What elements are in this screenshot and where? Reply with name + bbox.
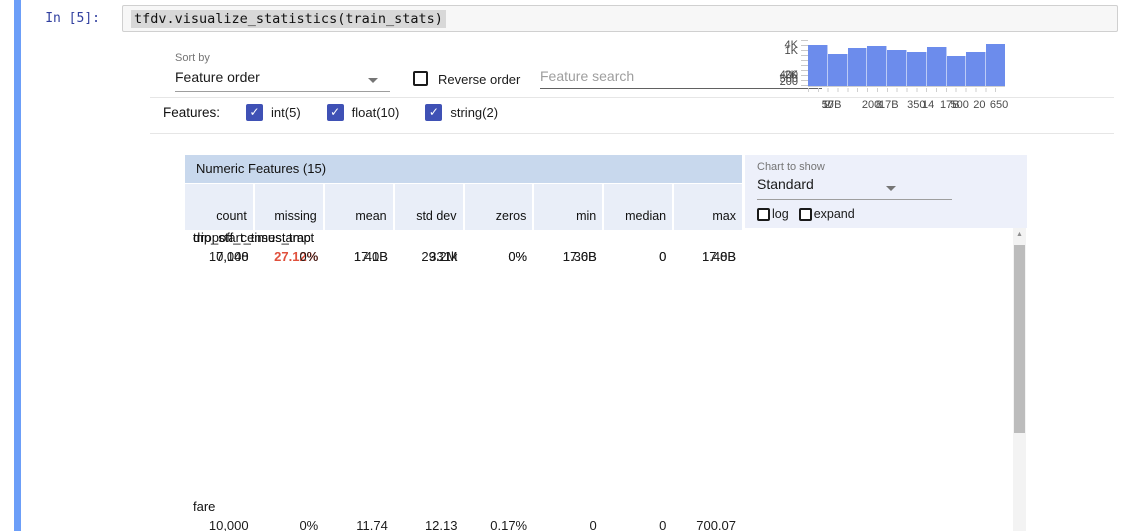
feature-type-filter: ✓ float(10)	[327, 104, 400, 121]
stat-value: 0	[603, 518, 673, 531]
column-header: missing	[255, 184, 323, 230]
column-header: zeros	[465, 184, 533, 230]
stat-values: 10,0000%11.7412.130.17%00700.07	[185, 518, 742, 531]
stat-value: 0%	[255, 518, 325, 531]
column-header: min	[534, 184, 602, 230]
chevron-down-icon	[368, 78, 378, 83]
histogram-plot	[808, 40, 1005, 87]
histogram-bar	[966, 80, 986, 86]
column-header: median	[604, 184, 672, 230]
y-axis-labels: 1K 200	[760, 40, 798, 87]
stat-value: 700.07	[672, 518, 742, 531]
stat-value: 0%	[255, 249, 325, 264]
feature-row: trip_start_timestamp10,0000%1.41B29.2M0%…	[185, 230, 742, 264]
x-axis-ticks	[808, 88, 1005, 92]
histogram-bar	[887, 50, 907, 86]
feature-name: trip_start_timestamp	[193, 230, 742, 245]
chart-options: log expand	[757, 207, 1027, 221]
y-tick-label: 1K	[785, 45, 798, 57]
stat-value: 0	[533, 518, 603, 531]
chart-option: log	[757, 207, 789, 221]
stat-value: 1.36B	[533, 249, 603, 264]
scroll-up-arrow[interactable]: ▲	[1013, 228, 1026, 241]
code-cell[interactable]: tfdv.visualize_statistics(train_stats)	[122, 5, 1118, 32]
feature-type-checkbox[interactable]: ✓	[327, 104, 344, 121]
histogram-bar	[867, 46, 887, 86]
column-header: mean	[325, 184, 393, 230]
reverse-order-checkbox[interactable]	[413, 71, 428, 86]
stat-value: 10,000	[185, 249, 255, 264]
active-cell-indicator	[14, 0, 21, 531]
sort-by-select[interactable]: Feature order	[175, 69, 390, 92]
chart-option-label: log	[772, 207, 789, 221]
column-header: std dev	[395, 184, 463, 230]
feature-type-label: float(10)	[352, 105, 400, 120]
histogram-bar	[848, 48, 868, 86]
stat-value: 0	[603, 249, 673, 264]
histogram-trip-start-timestamp: 1K 200	[760, 40, 1020, 116]
scrollbar[interactable]: ▲	[1013, 228, 1026, 531]
feature-type-filter: ✓ int(5)	[246, 104, 301, 121]
feature-row: fare10,0000%11.7412.130.17%00700.07	[185, 499, 742, 531]
tfdv-statistics-widget: Sort by Feature order Reverse order Feat…	[150, 40, 1114, 531]
y-tick-label: 200	[780, 76, 798, 88]
expand-checkbox[interactable]	[799, 208, 812, 221]
chart-option-label: expand	[814, 207, 855, 221]
feature-type-label: int(5)	[271, 105, 301, 120]
divider	[150, 133, 1114, 134]
cell-prompt: In [5]:	[20, 11, 100, 26]
histogram-bar	[828, 54, 848, 86]
chart-controls-panel: Chart to show Standard log expand	[745, 155, 1027, 228]
histogram-bar	[927, 52, 947, 86]
column-header-row: countmissingmeanstd devzerosminmedianmax	[185, 184, 742, 230]
y-axis-ticks	[801, 40, 808, 87]
feature-type-label: string(2)	[450, 105, 498, 120]
reverse-order-label: Reverse order	[438, 72, 520, 87]
histogram-bar	[947, 70, 967, 86]
chart-to-show-label: Chart to show	[757, 161, 1027, 173]
code-input[interactable]: tfdv.visualize_statistics(train_stats)	[131, 10, 446, 28]
chevron-down-icon	[886, 186, 896, 191]
chart-option: expand	[799, 207, 855, 221]
stat-value: 10,000	[185, 518, 255, 531]
table-title: Numeric Features (15)	[185, 155, 742, 183]
feature-name: fare	[193, 499, 742, 514]
stat-value: 1.41B	[324, 249, 394, 264]
column-header: count	[185, 184, 253, 230]
feature-type-checkbox[interactable]: ✓	[246, 104, 263, 121]
sort-by-label: Sort by	[175, 52, 210, 64]
feature-type-checkbox[interactable]: ✓	[425, 104, 442, 121]
histogram-bar	[986, 82, 1005, 86]
column-header: max	[674, 184, 742, 230]
notebook-screen: In [5]: tfdv.visualize_statistics(train_…	[0, 0, 1124, 531]
histogram-bar	[808, 59, 828, 86]
chart-type-value: Standard	[757, 176, 814, 192]
stat-value: 12.13	[394, 518, 464, 531]
log-checkbox[interactable]	[757, 208, 770, 221]
feature-type-filter: ✓ string(2)	[425, 104, 498, 121]
stat-value: 0.17%	[464, 518, 534, 531]
scrollbar-thumb[interactable]	[1014, 245, 1025, 433]
chart-type-select[interactable]: Standard	[757, 176, 952, 200]
stat-value: 29.2M	[394, 249, 464, 264]
stat-value: 1.48B	[672, 249, 742, 264]
stat-value: 11.74	[324, 518, 394, 531]
features-filter-row: Features: ✓ int(5) ✓ float(10) ✓ string(2)	[163, 104, 498, 121]
stat-values: 10,0000%1.41B29.2M0%1.36B01.48B	[185, 249, 742, 264]
numeric-features-table: Numeric Features (15) countmissingmeanst…	[185, 155, 742, 230]
features-label: Features:	[163, 105, 220, 120]
sort-by-value: Feature order	[175, 69, 260, 85]
stat-value: 0%	[464, 249, 534, 264]
histogram-bar	[907, 52, 927, 86]
